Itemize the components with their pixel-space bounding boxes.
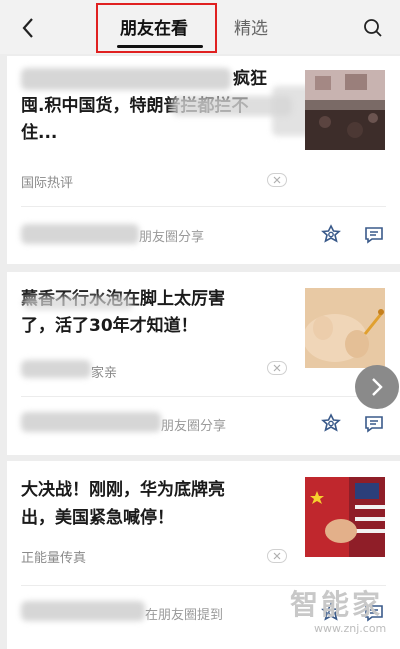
star-like-icon[interactable] bbox=[319, 223, 343, 247]
tab-highlight-box bbox=[96, 3, 217, 53]
blurred-text bbox=[23, 296, 133, 310]
comment-icon[interactable] bbox=[362, 412, 386, 436]
blurred-text bbox=[21, 68, 231, 90]
search-icon[interactable] bbox=[358, 13, 388, 43]
article-source: 正能量传真 bbox=[21, 551, 87, 566]
chevron-right-icon[interactable] bbox=[355, 365, 399, 409]
close-icon[interactable] bbox=[267, 549, 287, 563]
blurred-text bbox=[21, 412, 161, 432]
article-thumbnail[interactable] bbox=[305, 288, 385, 368]
star-like-icon[interactable] bbox=[319, 412, 343, 436]
close-icon[interactable] bbox=[267, 361, 287, 375]
blurred-text bbox=[21, 360, 91, 378]
article-title-line: 住... bbox=[21, 123, 58, 143]
share-info: 在朋友圈提到 bbox=[145, 608, 224, 623]
comment-icon[interactable] bbox=[362, 223, 386, 247]
divider bbox=[21, 206, 386, 207]
watermark-brand: 智能家 bbox=[290, 588, 384, 621]
back-arrow-icon[interactable] bbox=[12, 12, 44, 44]
tab-featured[interactable]: 精选 bbox=[234, 14, 268, 39]
article-source: 家亲 bbox=[91, 366, 118, 381]
article-card[interactable]: 疯狂 囤.积中国货，特朗普拦都拦不 住... 国际热评 朋友圈分享 bbox=[7, 56, 400, 264]
article-title-line: 出，美国紧急喊停！ bbox=[21, 508, 174, 528]
watermark-url: www.znj.com bbox=[314, 622, 387, 635]
article-thumbnail[interactable] bbox=[305, 70, 385, 150]
share-info: 朋友圈分享 bbox=[139, 230, 205, 245]
article-source: 国际热评 bbox=[21, 176, 74, 191]
share-info: 朋友圈分享 bbox=[161, 419, 227, 434]
article-title-line: 了，活了30年才知道！ bbox=[21, 316, 198, 336]
top-bar: 朋友在看 精选 bbox=[0, 0, 400, 54]
article-title-line: 大决战！刚刚，华为底牌亮 bbox=[21, 480, 225, 500]
article-card[interactable]: 薰香不行水泡在脚上太厉害 了，活了30年才知道！ 家亲 朋友圈分享 bbox=[7, 272, 400, 455]
blurred-text bbox=[21, 601, 145, 621]
close-icon[interactable] bbox=[267, 173, 287, 187]
blurred-text bbox=[21, 224, 139, 244]
divider bbox=[21, 396, 386, 397]
article-thumbnail[interactable] bbox=[305, 477, 385, 557]
